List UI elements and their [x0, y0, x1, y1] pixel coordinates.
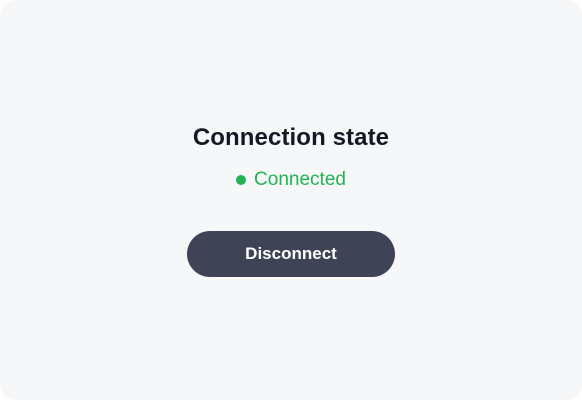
connection-status: Connected [0, 168, 582, 192]
panel-title: Connection state [192, 124, 390, 151]
status-label: Connected [254, 169, 346, 190]
connection-panel: Connection state Connected Disconnect [0, 0, 582, 400]
status-dot-icon [236, 175, 247, 185]
disconnect-button[interactable]: Disconnect [187, 231, 395, 277]
